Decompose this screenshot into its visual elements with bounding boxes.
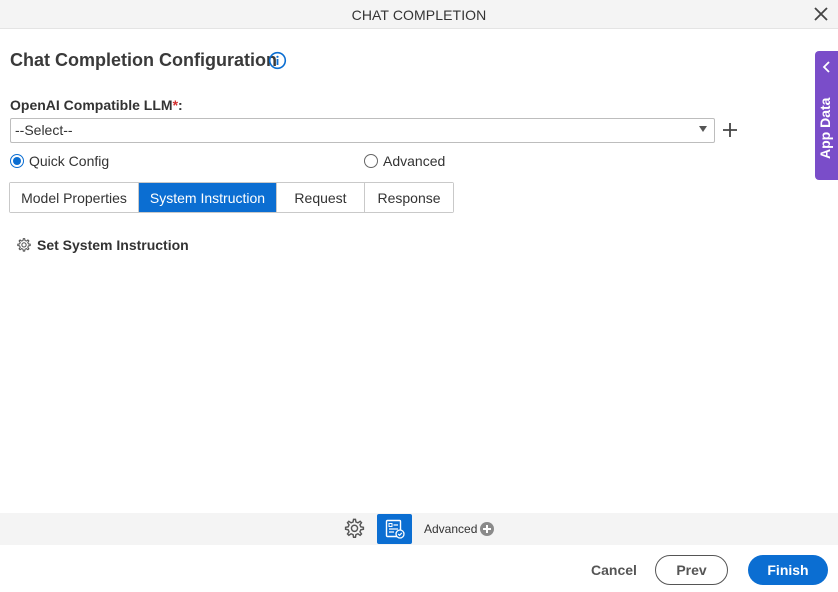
page-title: Chat Completion Configuration bbox=[10, 50, 277, 70]
app-data-panel-toggle[interactable]: App Data bbox=[815, 51, 838, 180]
radio-circle bbox=[364, 154, 378, 168]
form-settings-button[interactable] bbox=[377, 514, 412, 544]
chevron-down-icon bbox=[699, 126, 707, 132]
llm-label-colon: : bbox=[178, 97, 183, 113]
bottom-toolbar bbox=[0, 513, 838, 545]
dialog-title: CHAT COMPLETION bbox=[351, 7, 487, 23]
tab-response[interactable]: Response bbox=[365, 183, 453, 212]
close-icon[interactable] bbox=[812, 5, 830, 23]
radio-quick-config[interactable]: Quick Config bbox=[10, 153, 109, 169]
gear-icon bbox=[17, 238, 31, 252]
tab-model-properties[interactable]: Model Properties bbox=[10, 183, 139, 212]
prev-button[interactable]: Prev bbox=[655, 555, 728, 585]
radio-advanced[interactable]: Advanced bbox=[364, 153, 445, 169]
plus-circle-icon bbox=[480, 522, 495, 536]
radio-circle bbox=[10, 154, 24, 168]
tab-request[interactable]: Request bbox=[277, 183, 365, 212]
tab-system-instruction[interactable]: System Instruction bbox=[139, 183, 277, 212]
llm-label: OpenAI Compatible LLM*: bbox=[10, 97, 183, 113]
set-system-instruction-link[interactable]: Set System Instruction bbox=[16, 237, 189, 253]
dialog-titlebar: CHAT COMPLETION bbox=[0, 0, 838, 29]
llm-label-text: OpenAI Compatible LLM bbox=[10, 97, 173, 113]
gear-icon[interactable] bbox=[343, 517, 366, 540]
radio-advanced-label: Advanced bbox=[383, 153, 446, 169]
chevron-left-icon bbox=[822, 61, 830, 73]
form-check-icon bbox=[385, 519, 405, 539]
app-data-label: App Data bbox=[817, 97, 833, 159]
radio-quick-config-label: Quick Config bbox=[29, 153, 110, 169]
advanced-link[interactable]: Advanced bbox=[424, 522, 495, 536]
cancel-button[interactable]: Cancel bbox=[591, 562, 637, 578]
advanced-link-label: Advanced bbox=[424, 522, 478, 536]
finish-button[interactable]: Finish bbox=[748, 555, 828, 585]
set-system-instruction-label: Set System Instruction bbox=[37, 237, 189, 253]
llm-select[interactable]: --Select-- bbox=[10, 118, 715, 143]
tab-bar: Model Properties System Instruction Requ… bbox=[9, 182, 454, 213]
llm-select-value: --Select-- bbox=[15, 122, 73, 138]
info-icon[interactable] bbox=[268, 51, 287, 70]
plus-icon[interactable] bbox=[721, 121, 739, 139]
